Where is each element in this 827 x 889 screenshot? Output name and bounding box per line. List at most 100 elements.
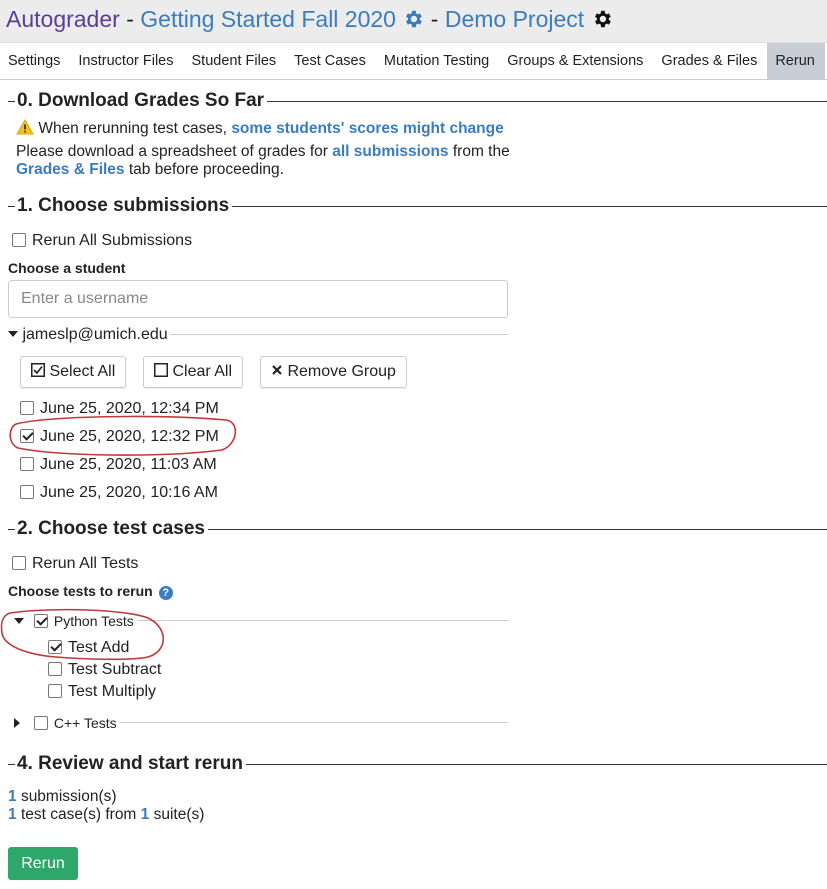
suite-summary-text: suite(s) bbox=[153, 806, 205, 823]
warning-icon bbox=[16, 118, 34, 137]
suite-name: Python Tests bbox=[53, 613, 134, 629]
grades-files-link[interactable]: Grades & Files bbox=[16, 161, 125, 178]
suite-checkbox[interactable] bbox=[33, 614, 48, 628]
rerun-all-submissions-row[interactable]: Rerun All Submissions bbox=[12, 232, 192, 250]
test-item[interactable]: Test Subtract bbox=[48, 661, 161, 679]
test-checkbox[interactable] bbox=[48, 662, 62, 676]
test-count: 1 bbox=[8, 806, 17, 823]
suite-count: 1 bbox=[140, 806, 150, 823]
test-checkbox[interactable] bbox=[48, 684, 62, 698]
test-summary-text: test case(s) from bbox=[20, 806, 137, 823]
test-item[interactable]: Test Add bbox=[48, 639, 129, 657]
select-all-button[interactable]: Select All bbox=[20, 356, 127, 388]
suite-row-python[interactable]: Python Tests bbox=[14, 613, 134, 629]
suite-divider bbox=[120, 722, 508, 723]
choose-student-label: Choose a student bbox=[8, 260, 126, 276]
section-title: 0. Download Grades So Far bbox=[15, 90, 268, 112]
caret-down-icon[interactable] bbox=[8, 331, 18, 337]
warning-text: When rerunning test cases, bbox=[38, 120, 227, 137]
submission-checkbox[interactable] bbox=[20, 457, 34, 471]
submission-item[interactable]: June 25, 2020, 12:32 PM bbox=[20, 428, 219, 446]
instructions-text: Please download a spreadsheet of grades … bbox=[16, 143, 328, 160]
remove-group-label: Remove Group bbox=[287, 363, 396, 380]
suite-divider bbox=[138, 620, 508, 621]
submission-summary-text: submission(s) bbox=[20, 788, 117, 805]
group-header[interactable]: jameslp@umich.edu bbox=[8, 326, 168, 344]
submission-checkbox[interactable] bbox=[20, 429, 34, 443]
download-instructions-line1: Please download a spreadsheet of grades … bbox=[16, 143, 510, 161]
section-title: 2. Choose test cases bbox=[15, 518, 208, 540]
submission-item[interactable]: June 25, 2020, 11:03 AM bbox=[20, 456, 217, 474]
check-square-icon bbox=[31, 363, 45, 380]
remove-group-button[interactable]: Remove Group bbox=[260, 356, 407, 388]
instructions-text-end: tab before proceeding. bbox=[128, 161, 284, 178]
tab-grades-files[interactable]: Grades & Files bbox=[653, 43, 767, 79]
tab-settings[interactable]: Settings bbox=[0, 43, 70, 79]
tab-instructor-files[interactable]: Instructor Files bbox=[70, 43, 183, 79]
submission-label: June 25, 2020, 12:32 PM bbox=[40, 428, 219, 445]
rerun-all-submissions-label: Rerun All Submissions bbox=[32, 232, 193, 249]
username-input[interactable] bbox=[8, 280, 508, 318]
choose-tests-label-row: Choose tests to rerun? bbox=[8, 583, 173, 600]
submission-item[interactable]: June 25, 2020, 12:34 PM bbox=[20, 400, 219, 418]
app-header: Autograder - Getting Started Fall 2020 -… bbox=[0, 0, 827, 42]
choose-tests-label: Choose tests to rerun bbox=[8, 583, 153, 599]
submission-label: June 25, 2020, 10:16 AM bbox=[40, 484, 218, 501]
help-icon[interactable]: ? bbox=[158, 586, 173, 600]
rerun-all-tests-checkbox[interactable] bbox=[12, 556, 26, 570]
test-checkbox[interactable] bbox=[48, 640, 62, 654]
caret-right-icon[interactable] bbox=[14, 718, 20, 728]
submission-count: 1 bbox=[8, 788, 17, 805]
section-choose-submissions: 1. Choose submissions bbox=[8, 195, 827, 219]
title-separator: - bbox=[126, 6, 134, 32]
rerun-all-tests-label: Rerun All Tests bbox=[32, 555, 139, 572]
rerun-button[interactable]: Rerun bbox=[8, 847, 78, 880]
section-choose-tests: 2. Choose test cases bbox=[8, 518, 827, 542]
tab-rerun[interactable]: Rerun bbox=[767, 43, 825, 79]
tab-test-cases[interactable]: Test Cases bbox=[286, 43, 376, 79]
course-gear-icon[interactable] bbox=[402, 3, 424, 41]
clear-all-label: Clear All bbox=[172, 363, 233, 380]
download-instructions-line2: Grades & Files tab before proceeding. bbox=[16, 161, 284, 179]
test-name: Test Add bbox=[68, 639, 130, 656]
tab-groups-extensions[interactable]: Groups & Extensions bbox=[499, 43, 653, 79]
app-title[interactable]: Autograder bbox=[6, 6, 120, 32]
submission-label: June 25, 2020, 12:34 PM bbox=[40, 400, 219, 417]
test-name: Test Subtract bbox=[68, 661, 162, 678]
scores-change-link[interactable]: some students' scores might change bbox=[231, 120, 503, 137]
rerun-all-submissions-checkbox[interactable] bbox=[12, 233, 26, 247]
test-name: Test Multiply bbox=[68, 683, 157, 700]
course-link[interactable]: Getting Started Fall 2020 bbox=[140, 6, 396, 32]
suite-checkbox[interactable] bbox=[33, 716, 48, 730]
clear-all-button[interactable]: Clear All bbox=[143, 356, 244, 388]
test-item[interactable]: Test Multiply bbox=[48, 683, 156, 701]
section-download-grades: 0. Download Grades So Far bbox=[8, 90, 827, 114]
caret-down-icon[interactable] bbox=[14, 618, 24, 624]
suite-row-cpp[interactable]: C++ Tests bbox=[14, 715, 117, 731]
close-icon bbox=[271, 363, 283, 380]
tab-student-files[interactable]: Student Files bbox=[184, 43, 287, 79]
title-separator-2: - bbox=[430, 6, 439, 32]
suite-name: C++ Tests bbox=[53, 715, 117, 731]
all-submissions-link[interactable]: all submissions bbox=[332, 143, 448, 160]
project-link[interactable]: Demo Project bbox=[445, 6, 584, 32]
group-divider bbox=[170, 334, 508, 335]
warning-line: When rerunning test cases, some students… bbox=[16, 118, 504, 138]
submission-checkbox[interactable] bbox=[20, 485, 34, 499]
submission-summary: 1 submission(s) bbox=[8, 788, 117, 806]
group-name: jameslp@umich.edu bbox=[22, 326, 168, 343]
select-all-label: Select All bbox=[49, 363, 116, 380]
project-gear-icon[interactable] bbox=[591, 3, 613, 41]
empty-square-icon bbox=[154, 363, 168, 380]
section-title: 4. Review and start rerun bbox=[15, 753, 246, 775]
submission-label: June 25, 2020, 11:03 AM bbox=[40, 456, 217, 473]
section-title: 1. Choose submissions bbox=[15, 195, 233, 217]
tab-mutation-testing[interactable]: Mutation Testing bbox=[376, 43, 499, 79]
submission-checkbox[interactable] bbox=[20, 401, 34, 415]
section-review: 4. Review and start rerun bbox=[8, 753, 827, 777]
rerun-all-tests-row[interactable]: Rerun All Tests bbox=[12, 555, 138, 573]
instructions-text-suffix: from the bbox=[452, 143, 510, 160]
test-summary: 1 test case(s) from 1 suite(s) bbox=[8, 806, 204, 824]
tab-bar: Settings Instructor Files Student Files Tes… bbox=[0, 42, 827, 80]
submission-item[interactable]: June 25, 2020, 10:16 AM bbox=[20, 484, 218, 502]
